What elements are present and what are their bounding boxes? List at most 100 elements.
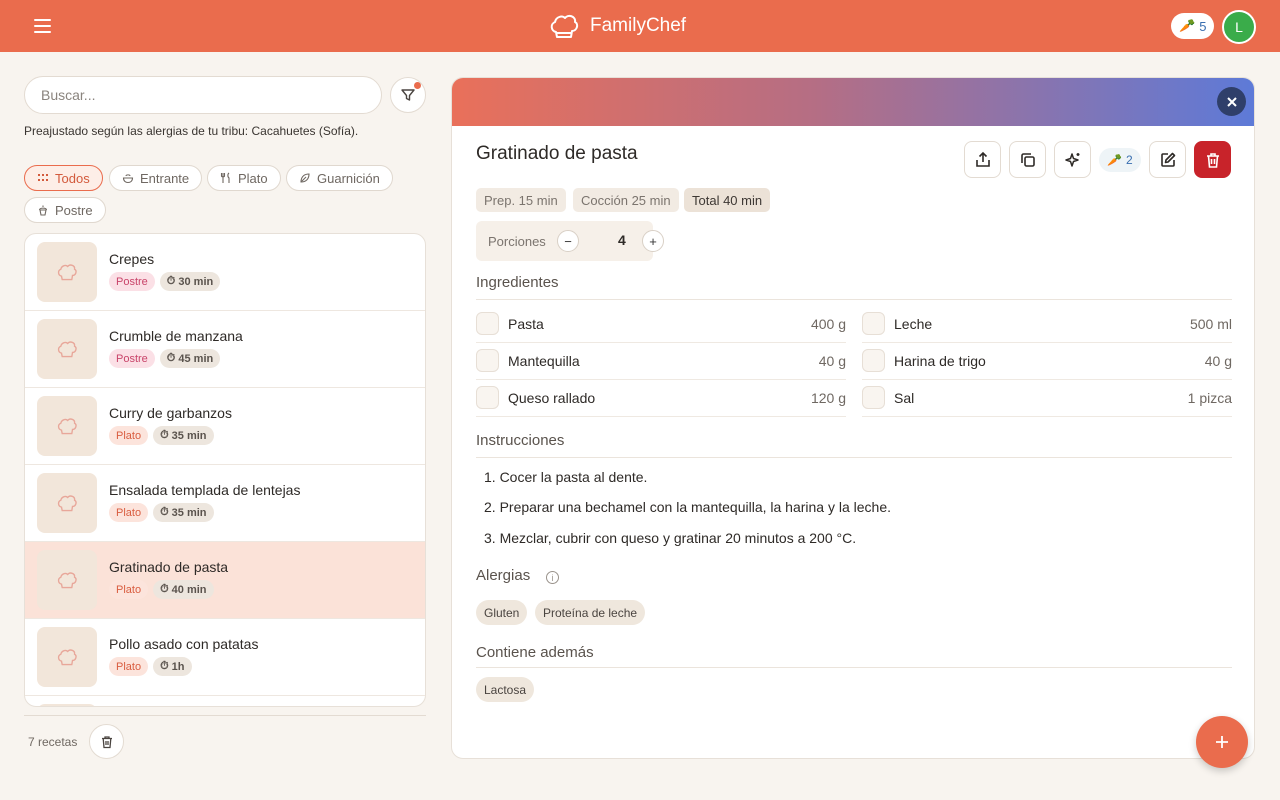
recipe-item[interactable]: Curry de garbanzos Plato ⏱ 35 min — [25, 388, 425, 465]
ingredient-qty: 40 g — [818, 353, 846, 369]
ingredient-row: Pasta 400 g — [476, 306, 846, 343]
recipe-name: Crepes — [109, 251, 155, 267]
copy-icon — [1020, 152, 1035, 167]
ingredient-checkbox[interactable] — [476, 349, 499, 372]
search-input[interactable] — [24, 76, 382, 114]
ingredient-checkbox[interactable] — [862, 349, 885, 372]
avatar[interactable]: L — [1222, 10, 1256, 44]
brand[interactable]: FamilyChef — [548, 12, 686, 40]
recipe-thumbnail — [37, 550, 97, 610]
ingredient-checkbox[interactable] — [862, 386, 885, 409]
trash-icon — [1206, 152, 1219, 168]
category-chip-label: Plato — [238, 170, 268, 186]
grid-icon — [38, 174, 48, 181]
carrot-counter[interactable]: 🥕 5 — [1171, 13, 1215, 39]
allergen-badge: Proteína de leche — [535, 600, 646, 625]
portions-control: Porciones − 4 + — [476, 221, 664, 261]
menu-icon[interactable] — [30, 14, 56, 38]
category-chip-postre[interactable]: Postre — [24, 197, 106, 223]
edit-button[interactable] — [1149, 141, 1186, 178]
carrot-count: 5 — [1199, 18, 1207, 34]
filter-button[interactable] — [390, 77, 426, 113]
category-chip-todos[interactable]: Todos — [24, 165, 103, 191]
time-value: 35 min — [171, 429, 207, 442]
close-button[interactable] — [1217, 87, 1246, 116]
timer-icon: ⏱ — [160, 660, 169, 672]
recipe-item-partial[interactable] — [25, 696, 425, 706]
recipe-thumbnail — [37, 319, 97, 379]
portions-label: Porciones — [488, 234, 546, 249]
time-tag: ⏱ 30 min — [159, 272, 221, 291]
sparkle-icon — [1064, 152, 1079, 167]
category-chip-plato[interactable]: Plato — [207, 165, 281, 191]
increase-portions-button[interactable]: + — [642, 230, 664, 252]
recipe-list: Crepes Postre ⏱ 30 min Crumble de manzana … — [24, 233, 426, 707]
time-value: 1h — [171, 660, 185, 673]
share-button[interactable] — [964, 141, 1001, 178]
portions-value: 4 — [618, 232, 626, 248]
category-chip-label: Todos — [55, 170, 90, 186]
duplicate-button[interactable] — [1009, 141, 1046, 178]
info-icon[interactable]: i — [546, 571, 559, 584]
bowl-icon — [122, 174, 134, 184]
contains-heading: Contiene además — [476, 644, 594, 661]
ingredient-checkbox[interactable] — [476, 386, 499, 409]
recipe-thumbnail — [37, 473, 97, 533]
ingredient-name: Harina de trigo — [894, 353, 986, 369]
app-name: FamilyChef — [590, 15, 687, 36]
recipe-item-selected[interactable]: Gratinado de pasta Plato ⏱ 40 min — [25, 542, 425, 619]
recipe-item[interactable]: Crepes Postre ⏱ 30 min — [25, 234, 425, 311]
cupcake-icon — [38, 205, 48, 216]
clear-list-button[interactable] — [89, 724, 124, 759]
ingredient-row: Sal 1 pizca — [862, 380, 1232, 417]
share-icon — [975, 151, 990, 167]
ingredient-qty: 1 pizca — [1187, 390, 1232, 406]
time-tag: ⏱ 40 min — [153, 580, 214, 599]
add-recipe-button[interactable] — [1196, 716, 1248, 768]
category-chip-label: Postre — [55, 202, 93, 218]
close-icon — [1226, 96, 1237, 107]
timer-icon: ⏱ — [166, 352, 176, 364]
divider — [476, 667, 1232, 668]
category-tag: Postre — [109, 349, 155, 368]
allergy-note: Preajustado según las alergias de tu tri… — [24, 124, 359, 138]
recipe-item[interactable]: Ensalada templada de lentejas Plato ⏱ 35 m… — [25, 465, 425, 542]
time-tag: ⏱ 1h — [153, 657, 192, 676]
delete-button[interactable] — [1194, 141, 1231, 178]
category-tag: Plato — [109, 503, 149, 522]
time-tag: ⏱ 45 min — [159, 349, 221, 368]
ingredient-row: Mantequilla 40 g — [476, 343, 846, 380]
ingredient-row: Queso rallado 120 g — [476, 380, 846, 417]
divider — [24, 715, 426, 716]
timer-icon: ⏱ — [160, 429, 169, 441]
contains-badge: Lactosa — [476, 677, 535, 702]
ingredient-qty: 120 g — [810, 390, 846, 406]
instructions-heading: Instrucciones — [476, 432, 565, 449]
divider — [476, 299, 1232, 300]
edit-icon — [1160, 152, 1175, 167]
recipe-item[interactable]: Pollo asado con patatas Plato ⏱ 1h — [25, 619, 425, 696]
cutlery-icon — [220, 172, 230, 183]
recipe-thumbnail — [37, 627, 97, 687]
ingredient-qty: 500 ml — [1189, 316, 1232, 332]
decrease-portions-button[interactable]: − — [557, 230, 579, 252]
carrot-count-value: 2 — [1125, 153, 1133, 167]
ingredient-checkbox[interactable] — [476, 312, 499, 335]
ingredient-row: Harina de trigo 40 g — [862, 343, 1232, 380]
category-tag: Postre — [109, 272, 155, 291]
recipe-banner — [452, 78, 1254, 126]
chef-hat-icon — [550, 14, 579, 38]
recipe-thumbnail — [37, 704, 97, 706]
category-chip-guarnicion[interactable]: Guarnición — [286, 165, 393, 191]
time-value: 40 min — [171, 583, 207, 596]
ingredient-qty: 40 g — [1204, 353, 1232, 369]
allergen-badge: Gluten — [476, 600, 528, 625]
timer-icon: ⏱ — [166, 275, 176, 287]
category-chip-entrante[interactable]: Entrante — [109, 165, 203, 191]
ingredient-name: Mantequilla — [508, 353, 580, 369]
category-tag: Plato — [109, 426, 149, 445]
recipe-carrot-count[interactable]: 🥕 2 — [1099, 148, 1141, 172]
recipe-item[interactable]: Crumble de manzana Postre ⏱ 45 min — [25, 311, 425, 388]
ingredient-checkbox[interactable] — [862, 312, 885, 335]
ai-assist-button[interactable] — [1054, 141, 1091, 178]
